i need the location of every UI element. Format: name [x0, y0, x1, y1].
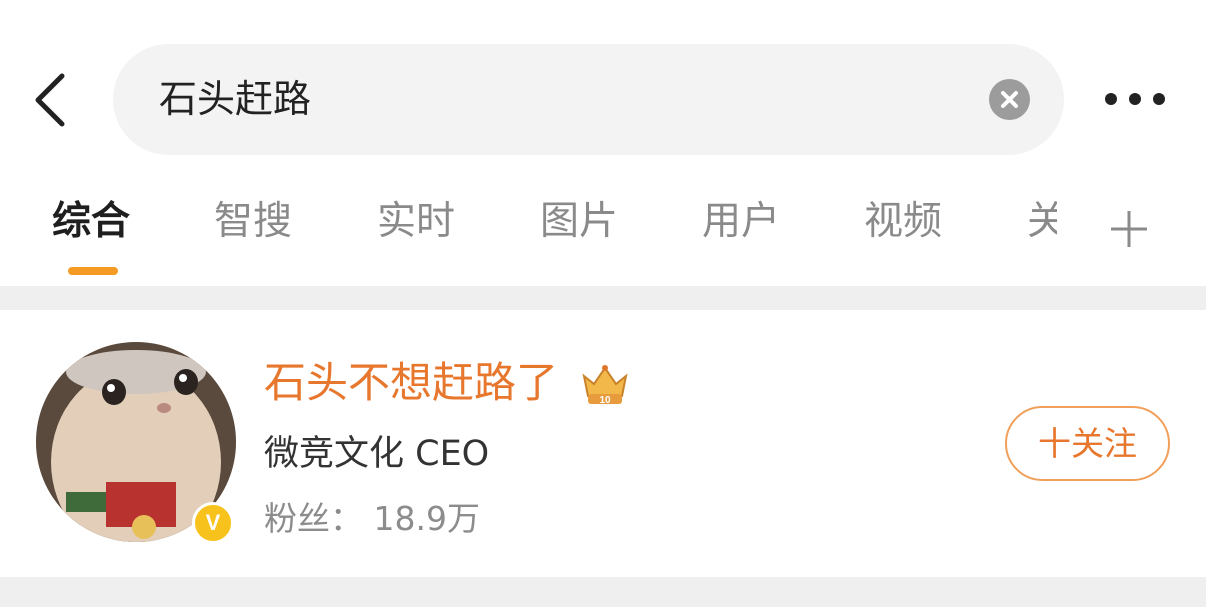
tab-videos[interactable]: 视频: [864, 197, 942, 247]
search-query-text[interactable]: 石头赶路: [159, 74, 311, 124]
follow-button[interactable]: 十关注: [1005, 406, 1170, 481]
tab-users[interactable]: 用户: [702, 197, 780, 247]
search-tabs: 综合 智搜 实时 图片 用户 视频 关: [0, 185, 1206, 285]
user-description: 微竞文化 CEO: [264, 434, 490, 474]
back-arrow-icon[interactable]: [30, 70, 70, 130]
user-name[interactable]: 石头不想赶路了: [264, 356, 558, 410]
tab-comprehensive[interactable]: 综合: [52, 197, 130, 247]
badge-level-text: 10: [599, 395, 611, 406]
tab-images[interactable]: 图片: [540, 197, 618, 247]
crown-badge-icon: 10: [580, 362, 630, 408]
section-divider: [0, 286, 1206, 310]
search-input[interactable]: 石头赶路: [113, 44, 1064, 155]
tab-realtime[interactable]: 实时: [377, 197, 455, 247]
search-results-page: 石头赶路 综合 智搜 实时 图片 用户 视频 关 V 石头不想赶路了 10 微竞…: [0, 0, 1206, 607]
add-tab-icon[interactable]: [1108, 208, 1150, 250]
tab-follow-partial[interactable]: 关: [1027, 197, 1057, 247]
clear-icon[interactable]: [989, 79, 1030, 120]
section-divider-bottom: [0, 577, 1206, 607]
more-icon[interactable]: [1102, 89, 1168, 109]
tab-smart-search[interactable]: 智搜: [214, 197, 292, 247]
verified-mark: V: [205, 510, 221, 535]
verified-badge-icon: V: [192, 502, 234, 544]
active-tab-indicator: [68, 267, 118, 275]
follower-count: 粉丝： 18.9万: [264, 499, 480, 538]
